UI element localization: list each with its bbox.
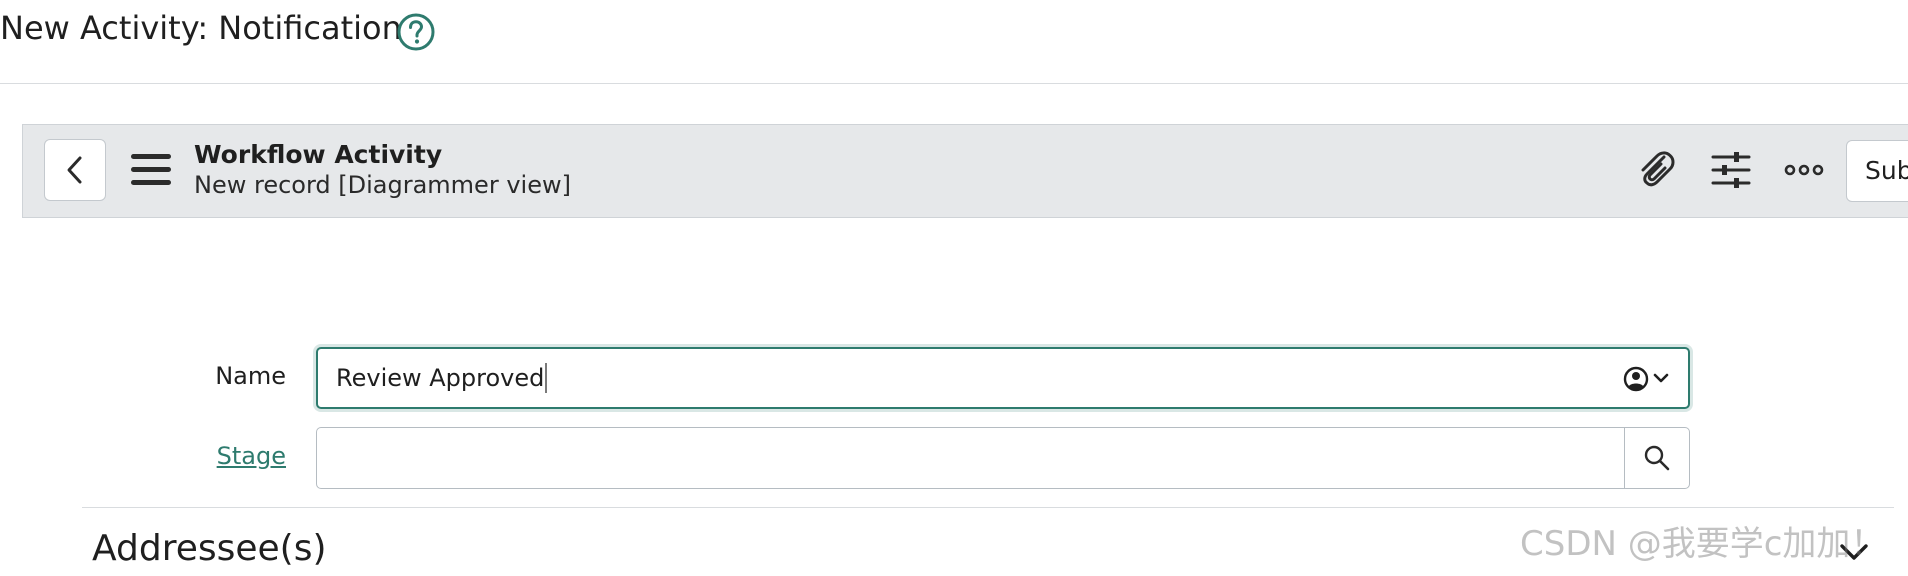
section-divider — [82, 507, 1894, 508]
paperclip-icon — [1641, 151, 1675, 187]
hamburger-menu-icon[interactable] — [128, 150, 174, 190]
section-title-addressees[interactable]: Addressee(s) — [92, 526, 327, 572]
question-circle-icon[interactable] — [396, 12, 436, 52]
name-label: Name — [215, 362, 286, 390]
back-button[interactable] — [44, 139, 106, 201]
submit-button[interactable]: Sub — [1846, 140, 1908, 202]
stage-input[interactable] — [316, 427, 1690, 489]
name-input-value: Review Approved — [336, 363, 548, 393]
attachment-button[interactable] — [1632, 146, 1680, 194]
search-icon — [1644, 445, 1670, 471]
record-subtitle: New record [Diagrammer view] — [194, 171, 571, 199]
chevron-left-icon — [67, 156, 82, 184]
page-title: New Activity: Notification — [0, 9, 402, 47]
record-title: Workflow Activity — [194, 140, 443, 169]
page: New Activity: Notification Workflow Acti… — [0, 0, 1908, 576]
name-input[interactable]: Review Approved — [316, 347, 1690, 409]
sliders-icon — [1711, 152, 1751, 188]
stage-lookup-button[interactable] — [1624, 428, 1689, 488]
header-divider — [0, 83, 1908, 84]
user-circle-dropdown-icon[interactable] — [1622, 363, 1674, 395]
personalize-form-button[interactable] — [1707, 146, 1755, 194]
stage-label-link[interactable]: Stage — [86, 442, 286, 470]
watermark: CSDN @我要学c加加！ — [1520, 524, 1885, 564]
more-dots-icon — [1784, 164, 1824, 176]
more-options-button[interactable] — [1780, 146, 1828, 194]
